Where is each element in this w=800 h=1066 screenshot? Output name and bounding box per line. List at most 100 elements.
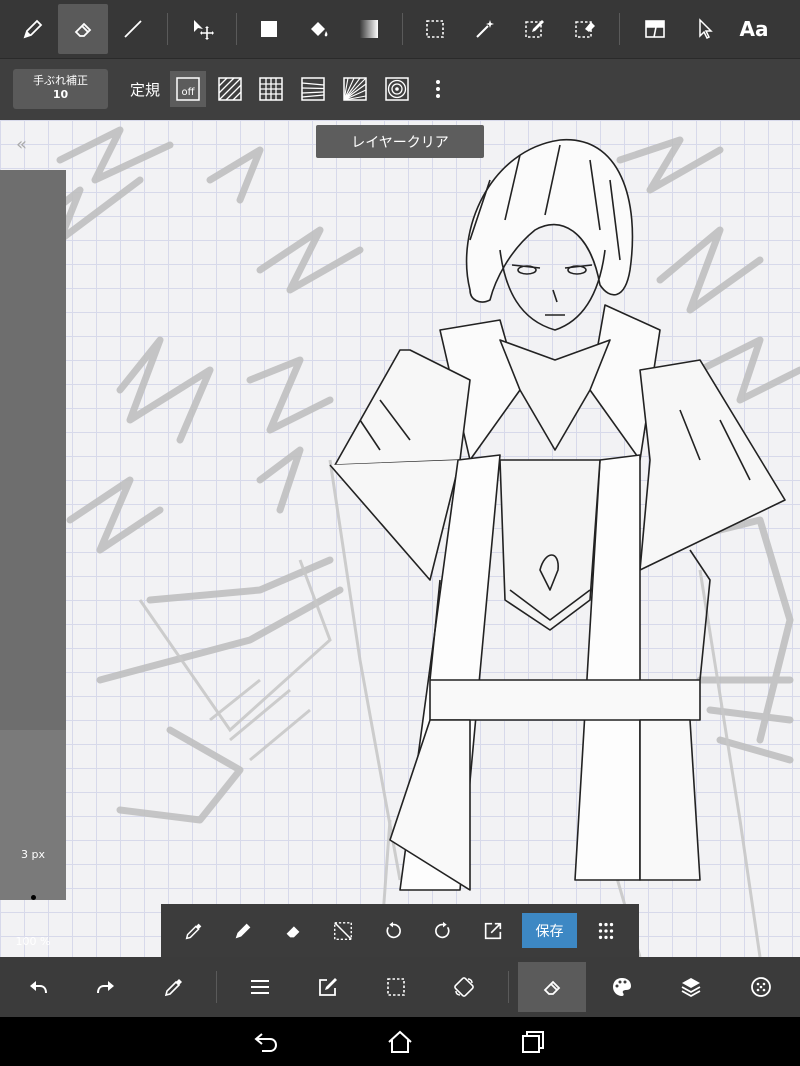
select-pen-icon <box>525 20 544 38</box>
quick-toolbar: 保存 <box>161 904 639 957</box>
magic-wand-tool-button[interactable] <box>460 4 510 54</box>
palette-icon <box>613 978 631 996</box>
recents-button[interactable] <box>513 1025 553 1059</box>
edit-icon <box>319 978 337 996</box>
pen-tool-button[interactable] <box>8 4 58 54</box>
select-pen-tool-button[interactable] <box>510 4 560 54</box>
export-icon <box>484 922 502 940</box>
recents-icon <box>522 1031 544 1053</box>
selection-icon <box>387 978 405 996</box>
parallel-ruler-button[interactable] <box>212 71 248 107</box>
layers-icon <box>681 978 701 998</box>
drawing-canvas[interactable]: « レイヤークリア 3 px 100 % <box>0 120 800 957</box>
line-tool-button[interactable] <box>108 4 158 54</box>
gradient-icon <box>360 20 378 38</box>
concentric-ruler-icon <box>385 77 409 101</box>
ruler-label: 定規 <box>130 81 161 99</box>
ruler-off-button[interactable]: off <box>170 71 206 107</box>
stabilizer-button[interactable]: 手ぶれ補正 10 <box>13 69 108 109</box>
brush-side-panel <box>0 170 66 900</box>
grid-dots-icon <box>598 922 614 940</box>
stabilizer-label: 手ぶれ補正 <box>33 74 88 87</box>
magic-wand-icon <box>476 20 494 38</box>
rotate-ccw-icon <box>386 921 401 939</box>
material-icon <box>751 977 771 997</box>
perspective-ruler-icon <box>301 77 325 101</box>
eraser-icon <box>286 926 300 938</box>
frame-divider-tool-button[interactable] <box>630 4 680 54</box>
more-icon <box>436 80 440 98</box>
pen-icon <box>23 19 43 39</box>
export-button[interactable] <box>476 914 510 948</box>
palette-button[interactable] <box>588 962 656 1012</box>
clear-layer-button[interactable]: レイヤークリア <box>316 125 484 158</box>
material-button[interactable] <box>727 962 795 1012</box>
brush-size-label: 3 px <box>21 848 45 861</box>
save-button[interactable]: 保存 <box>522 913 577 948</box>
operation-tool-button[interactable] <box>680 4 730 54</box>
fill-rect-tool-button[interactable] <box>244 4 294 54</box>
pen-button[interactable] <box>226 914 260 948</box>
eyedropper-icon <box>185 923 202 940</box>
sub-toolbar: 手ぶれ補正 10 定規 off <box>0 58 800 121</box>
select-eraser-tool-button[interactable] <box>560 4 610 54</box>
marquee-icon <box>426 20 444 38</box>
undo-icon <box>30 981 47 994</box>
radial-ruler-button[interactable] <box>337 71 373 107</box>
more-options-button[interactable] <box>420 71 456 107</box>
ruler-off-label: off <box>181 87 195 98</box>
redo-button[interactable] <box>72 962 140 1012</box>
illustration <box>26 126 800 957</box>
brush-size-preview <box>31 895 36 900</box>
eraser-icon <box>543 980 561 995</box>
concentric-ruler-button[interactable] <box>379 71 415 107</box>
transform-button[interactable] <box>430 962 498 1012</box>
brush-size-slider[interactable] <box>0 170 66 730</box>
back-button[interactable] <box>246 1025 286 1059</box>
frame-icon <box>645 20 665 38</box>
pen-icon <box>235 923 251 939</box>
move-tool-button[interactable] <box>178 4 228 54</box>
eyedropper-button-bottom[interactable] <box>140 962 208 1012</box>
eraser-icon <box>74 22 92 37</box>
rotate-cw-icon <box>435 921 450 939</box>
select-tool-button[interactable] <box>410 4 460 54</box>
opacity-label: 100 % <box>15 935 51 948</box>
grid-ruler-icon <box>259 77 283 101</box>
system-nav-bar <box>0 1017 800 1066</box>
pointer-icon <box>699 18 713 40</box>
eyedropper-icon <box>164 979 182 997</box>
deselect-button[interactable] <box>326 914 360 948</box>
rotate-ccw-button[interactable] <box>376 914 410 948</box>
perspective-ruler-button[interactable] <box>295 71 331 107</box>
parallel-ruler-icon <box>218 77 242 101</box>
main-menu-button[interactable] <box>226 962 294 1012</box>
home-icon <box>388 1030 412 1053</box>
menu-icon <box>251 980 269 994</box>
bucket-tool-button[interactable] <box>294 4 344 54</box>
stabilizer-value: 10 <box>52 88 69 101</box>
line-icon <box>124 20 142 38</box>
double-chevron-left-icon[interactable]: « <box>16 134 27 155</box>
layers-button[interactable] <box>657 962 725 1012</box>
selection-button[interactable] <box>362 962 430 1012</box>
redo-icon <box>97 981 114 994</box>
deselect-icon <box>334 922 352 940</box>
gradient-tool-button[interactable] <box>344 4 394 54</box>
eraser-button[interactable] <box>276 914 310 948</box>
home-button[interactable] <box>380 1025 420 1059</box>
text-tool-button[interactable]: Aa <box>729 4 779 54</box>
radial-ruler-icon <box>343 77 367 101</box>
undo-button[interactable] <box>4 962 72 1012</box>
eraser-button-bottom[interactable] <box>518 962 586 1012</box>
move-icon <box>194 20 214 40</box>
transform-icon <box>454 977 474 997</box>
edit-button[interactable] <box>294 962 362 1012</box>
quick-menu-button[interactable] <box>589 914 623 948</box>
select-eraser-icon <box>575 21 595 38</box>
eraser-tool-button[interactable] <box>58 4 108 54</box>
rotate-cw-button[interactable] <box>426 914 460 948</box>
grid-ruler-button[interactable] <box>253 71 289 107</box>
ruler-off-icon: off <box>176 77 200 101</box>
eyedropper-button[interactable] <box>177 914 211 948</box>
